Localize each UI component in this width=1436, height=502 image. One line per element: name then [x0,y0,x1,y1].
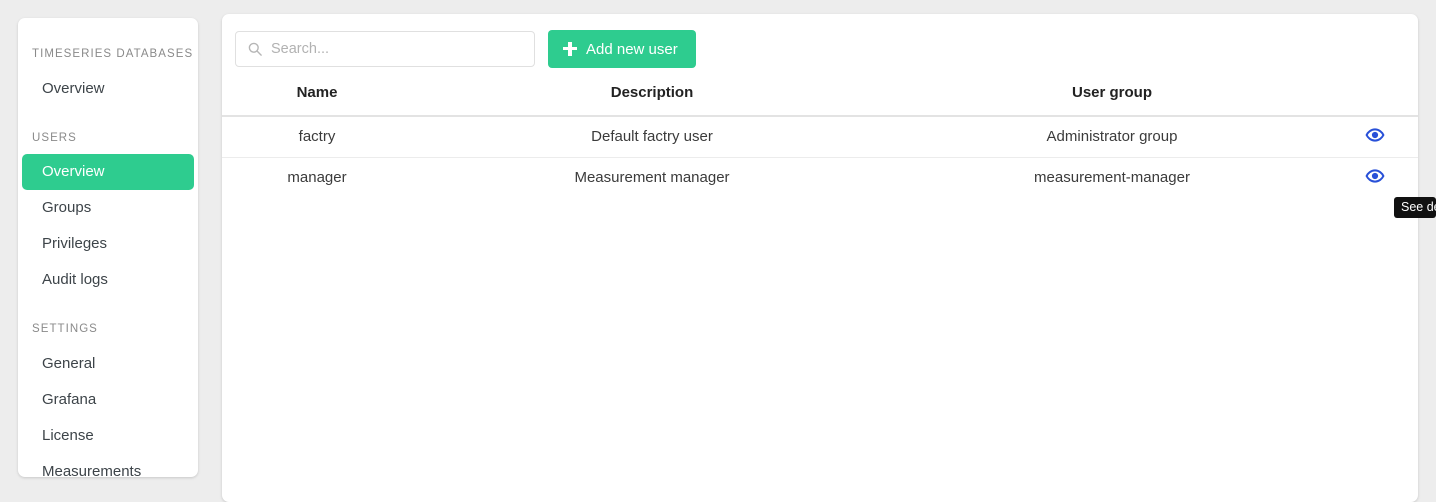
sidebar-item-grafana[interactable]: Grafana [22,382,194,418]
sidebar-section-label-settings: SETTINGS [32,323,98,335]
sidebar-item-privileges[interactable]: Privileges [22,226,194,262]
add-new-user-button[interactable]: Add new user [548,30,696,68]
see-details-tooltip: See details [1394,197,1436,218]
cell-description: Measurement manager [574,169,730,187]
cell-name: manager [287,169,347,187]
table-header-row: Name Description User group [222,84,1418,117]
sidebar-item-label: Measurements [42,462,142,478]
search-field-wrapper [235,31,535,67]
sidebar: TIMESERIES DATABASES Overview USERS Over… [18,18,198,477]
see-details-button[interactable] [1364,165,1386,187]
app-root: TIMESERIES DATABASES Overview USERS Over… [0,0,1436,502]
column-header-name: Name [222,84,412,117]
sidebar-item-label: General [42,354,96,372]
sidebar-item-license[interactable]: License [22,418,194,454]
sidebar-item-label: Groups [42,199,92,216]
see-details-button[interactable] [1364,124,1386,146]
cell-user-group: measurement-manager [1034,169,1190,187]
search-input[interactable] [235,31,535,67]
column-header-user-group: User group [892,84,1332,117]
eye-icon [1365,169,1385,183]
sidebar-item-measurements[interactable]: Measurements [22,454,194,478]
sidebar-item-timeseries-overview[interactable]: Overview [22,71,194,107]
plus-icon [563,42,577,56]
sidebar-item-label: Overview [42,163,105,180]
sidebar-item-users-overview[interactable]: Overview [22,154,194,190]
eye-icon [1365,128,1385,142]
sidebar-section-label-timeseries-databases: TIMESERIES DATABASES [32,48,194,60]
main-content-card: Add new user Name Description User group… [222,14,1418,502]
sidebar-item-label: Grafana [42,390,97,408]
cell-description: Default factry user [412,116,892,158]
add-new-user-label: Add new user [586,40,678,58]
table-row[interactable]: factry Default factry user Administrator… [222,116,1418,158]
sidebar-item-label: Audit logs [42,271,108,288]
toolbar: Add new user [222,14,1418,68]
cell-actions [1332,116,1418,158]
sidebar-item-label: Privileges [42,235,108,252]
sidebar-item-general[interactable]: General [22,346,194,382]
table-row[interactable]: manager Measurement manager measurement-… [222,157,1418,198]
sidebar-item-audit-logs[interactable]: Audit logs [22,262,194,298]
users-table-head: Name Description User group [222,84,1418,117]
users-table-body: factry Default factry user Administrator… [222,116,1418,198]
cell-actions [1332,157,1418,198]
sidebar-item-groups[interactable]: Groups [22,190,194,226]
cell-name: factry [222,116,412,158]
sidebar-item-label: Overview [42,79,105,97]
cell-user-group: Administrator group [892,116,1332,158]
sidebar-item-label: License [42,426,94,444]
users-table: Name Description User group factry Defau… [222,84,1418,198]
sidebar-section-label-users: USERS [32,131,77,144]
column-header-description: Description [412,84,892,117]
column-header-actions [1332,84,1418,117]
